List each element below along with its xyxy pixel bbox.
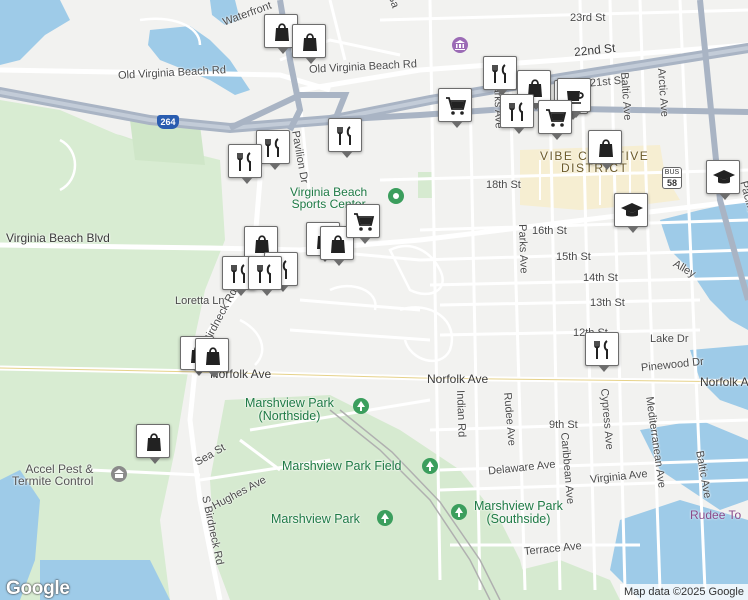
marker-grocery-1[interactable] xyxy=(438,88,472,128)
marker-shopping-2[interactable] xyxy=(292,24,326,64)
interstate-264-shield: 264 xyxy=(157,115,179,129)
street-label-norfolk-ave-east: Norfolk Ave xyxy=(700,375,748,389)
street-label-indian-rd: Indian Rd xyxy=(454,389,468,438)
bus-route-58-shield: BUS 58 xyxy=(662,167,682,189)
place-label-marshview-park-field[interactable]: Marshview Park Field xyxy=(282,460,401,473)
restaurant-icon xyxy=(257,264,271,283)
marker-restaurant-5[interactable] xyxy=(328,118,362,158)
place-label-marshview-park-northside[interactable]: Marshview Park (Northside) xyxy=(245,397,334,422)
shopping-bag-icon xyxy=(206,347,220,365)
street-label-norfolk-ave-center: Norfolk Ave xyxy=(427,372,489,386)
restaurant-icon xyxy=(237,152,251,171)
street-label-arctic-ave: Arctic Ave xyxy=(655,67,671,118)
marker-grocery-2[interactable] xyxy=(346,204,380,244)
street-label-14th-st: 14th St xyxy=(583,272,618,284)
shopping-bag-icon xyxy=(599,139,613,157)
shopping-bag-icon xyxy=(303,33,317,51)
street-label-baltic-ave-north: Baltic Ave xyxy=(618,71,634,121)
shopping-cart-icon xyxy=(546,109,567,127)
marker-school-2[interactable] xyxy=(706,160,740,200)
restaurant-icon xyxy=(492,64,506,83)
tree-icon[interactable] xyxy=(422,458,438,474)
street-label-13th-st: 13th St xyxy=(590,297,625,309)
tree-icon[interactable] xyxy=(451,504,467,520)
map-attribution[interactable]: Map data ©2025 Google xyxy=(619,584,748,600)
restaurant-icon xyxy=(509,102,523,121)
google-logo: Google xyxy=(6,578,70,599)
restaurant-icon xyxy=(265,138,279,157)
marker-shopping-4[interactable] xyxy=(588,130,622,170)
museum-icon[interactable] xyxy=(452,37,468,53)
marker-restaurant-1[interactable] xyxy=(483,56,517,96)
street-label-parks-ave: Parks Ave xyxy=(516,223,530,274)
marker-shopping-11[interactable] xyxy=(195,338,229,378)
business-icon[interactable] xyxy=(111,466,127,482)
marker-restaurant-3[interactable] xyxy=(228,144,262,184)
graduation-cap-icon xyxy=(621,203,643,217)
place-label-rudee-tower[interactable]: Rudee To xyxy=(690,509,741,521)
marker-restaurant-4[interactable] xyxy=(500,94,534,134)
street-label-23rd-st: 23rd St xyxy=(570,12,606,24)
marker-grocery-3[interactable] xyxy=(538,100,572,140)
street-label-16th-st: 16th St xyxy=(532,225,567,237)
place-label-marshview-park-southside[interactable]: Marshview Park (Southside) xyxy=(474,500,563,525)
marker-school-1[interactable] xyxy=(614,193,648,233)
map-base-layer xyxy=(0,0,748,600)
park-pin-icon[interactable] xyxy=(388,188,404,204)
marker-restaurant-9[interactable] xyxy=(585,332,619,372)
street-label-15th-st: 15th St xyxy=(556,251,591,263)
shopping-bag-icon xyxy=(147,433,161,451)
tree-icon[interactable] xyxy=(377,510,393,526)
street-label-9th-st: 9th St xyxy=(549,419,578,431)
street-label-lake-dr: Lake Dr xyxy=(650,333,689,345)
place-label-accel-pest-termite-control[interactable]: Accel Pest & Termite Control xyxy=(12,463,93,487)
shopping-cart-icon xyxy=(354,213,375,231)
marker-shopping-10[interactable] xyxy=(136,424,170,464)
restaurant-icon xyxy=(337,126,351,145)
marker-restaurant-8[interactable] xyxy=(248,256,282,296)
graduation-cap-icon xyxy=(713,170,735,184)
street-label-18th-st: 18th St xyxy=(486,179,521,191)
place-label-marshview-park[interactable]: Marshview Park xyxy=(271,513,360,526)
tree-icon[interactable] xyxy=(353,398,369,414)
map-canvas[interactable]: 264 BUS 58 Waterfront Old Virginia Beach… xyxy=(0,0,748,600)
shopping-cart-icon xyxy=(446,97,467,115)
street-label-virginia-beach-blvd: Virginia Beach Blvd xyxy=(6,231,110,245)
street-label-loretta-ln: Loretta Ln xyxy=(175,295,225,307)
restaurant-icon xyxy=(594,340,608,359)
